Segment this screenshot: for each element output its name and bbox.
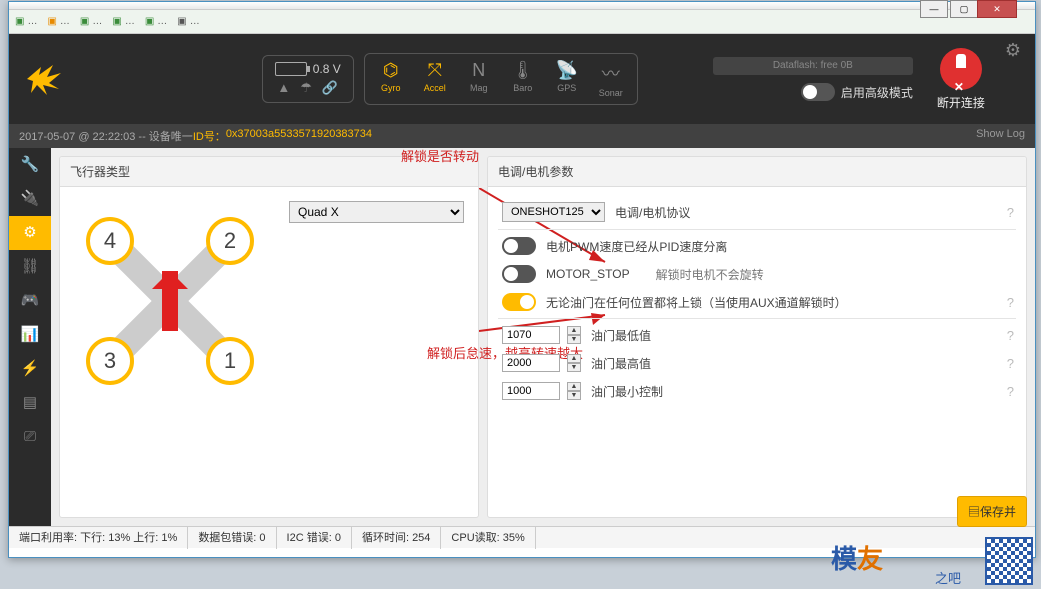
arm-any-label: 无论油门在任何位置都将上锁（当使用AUX通道解锁时）	[546, 294, 847, 311]
sidebar-item-ports[interactable]: 🔌	[9, 182, 51, 216]
sensor-gyro: ⌬Gyro	[369, 60, 413, 98]
save-button[interactable]: ▤保存并	[957, 496, 1027, 527]
sensor-box: ⌬Gyro ⤧Accel NMag 🌡Baro 📡GPS 〰Sonar	[364, 53, 638, 105]
motor-2: 2	[206, 217, 254, 265]
esc-panel-title: 电调/电机参数	[488, 157, 1026, 187]
sensor-gps: 📡GPS	[545, 60, 589, 98]
battery-icon	[275, 62, 307, 76]
help-icon[interactable]: ?	[1007, 328, 1014, 343]
help-icon[interactable]: ?	[1007, 384, 1014, 399]
log-id-label: ID号：	[193, 128, 226, 144]
sidebar-item-config[interactable]: ⚙	[9, 216, 51, 250]
gps-icon: 📡	[545, 60, 589, 81]
battery-voltage: 0.8 V	[313, 62, 341, 76]
sensor-mag: NMag	[457, 60, 501, 98]
pwm-sep-toggle[interactable]	[502, 237, 536, 255]
spin-up[interactable]: ▲	[567, 354, 581, 363]
log-id-value: 0x37003a5533571920383734	[226, 128, 372, 144]
spin-up[interactable]: ▲	[567, 382, 581, 391]
annotation-1: 解锁是否转动	[401, 148, 479, 165]
app-container: BETAFLIGHT CONFIGURATOR 1.9.1 0.8 V ▲ ☂ …	[9, 34, 1035, 526]
motor-4: 4	[86, 217, 134, 265]
battery-box: 0.8 V ▲ ☂ 🔗	[262, 55, 354, 103]
show-log-button[interactable]: Show Log	[976, 128, 1025, 144]
forward-arrow-icon	[162, 271, 178, 331]
main-area: 🔧 🔌 ⚙ ⛓ 🎮 📊 ⚡ ▤ ⎚ 解锁是否转动 解锁后怠速，越高转速越大 飞行…	[9, 148, 1035, 526]
sidebar-item-osd[interactable]: ▤	[9, 386, 51, 420]
wasp-icon	[23, 59, 63, 99]
disconnect-button[interactable]: 断开连接	[937, 48, 985, 111]
watermark-qr	[985, 537, 1033, 585]
dataflash-bar[interactable]: Dataflash: free 0B	[713, 57, 913, 75]
motor-stop-label: MOTOR_STOP	[546, 267, 630, 281]
gyro-icon: ⌬	[369, 60, 413, 81]
status-cpu: CPU读取: 35%	[441, 527, 535, 549]
top-bar: BETAFLIGHT CONFIGURATOR 1.9.1 0.8 V ▲ ☂ …	[9, 34, 1035, 124]
log-timestamp: 2017-05-07 @ 22:22:03 -- 设备唯一	[19, 128, 193, 144]
baro-icon: 🌡	[501, 60, 545, 81]
watermark-logo: 模友 之吧	[831, 539, 979, 587]
spin-down[interactable]: ▼	[567, 335, 581, 344]
motor-1: 1	[206, 337, 254, 385]
min-command-label: 油门最小控制	[591, 383, 663, 400]
accel-icon: ⤧	[413, 60, 457, 81]
warning-icon: ▲	[277, 80, 290, 96]
sidebar: 🔧 🔌 ⚙ ⛓ 🎮 📊 ⚡ ▤ ⎚	[9, 148, 51, 526]
sensor-sonar: 〰Sonar	[589, 60, 633, 98]
status-port: 端口利用率: 下行: 13% 上行: 1%	[9, 527, 188, 549]
advanced-mode-label: 启用高级模式	[841, 84, 913, 101]
status-i2c: I2C 错误: 0	[277, 527, 352, 549]
mixer-diagram: 4 2 3 1	[80, 211, 260, 391]
usb-disconnect-icon	[940, 48, 982, 90]
content-area: 解锁是否转动 解锁后怠速，越高转速越大 飞行器类型 Quad X 4 2 3	[51, 148, 1035, 526]
esc-protocol-select[interactable]: ONESHOT125	[502, 202, 605, 222]
app-window: — ▢ ✕ ▣… ▣… ▣… ▣… ▣… ▣… BETAFLIGHT CONFI…	[8, 1, 1036, 558]
max-throttle-label: 油门最高值	[591, 355, 651, 372]
sidebar-item-pid[interactable]: ⛓	[9, 250, 51, 284]
motor-3: 3	[86, 337, 134, 385]
mag-icon: N	[457, 60, 501, 81]
motor-stop-desc: 解锁时电机不会旋转	[656, 266, 764, 283]
dataflash-area: Dataflash: free 0B 启用高级模式	[713, 57, 913, 101]
sidebar-item-blackbox[interactable]: ⎚	[9, 420, 51, 454]
window-maximize-button[interactable]: ▢	[950, 0, 978, 18]
min-throttle-label: 油门最低值	[591, 327, 651, 344]
sidebar-item-setup[interactable]: 🔧	[9, 148, 51, 182]
link-icon: 🔗	[322, 80, 338, 96]
window-close-button[interactable]: ✕	[977, 0, 1017, 18]
esc-protocol-label: 电调/电机协议	[615, 204, 690, 221]
sidebar-item-modes[interactable]: 📊	[9, 318, 51, 352]
help-icon[interactable]: ?	[1007, 356, 1014, 371]
help-icon[interactable]: ?	[1007, 295, 1014, 310]
min-command-input[interactable]	[502, 382, 560, 400]
sidebar-item-motors[interactable]: ⚡	[9, 352, 51, 386]
spin-down[interactable]: ▼	[567, 363, 581, 372]
min-throttle-input[interactable]	[502, 326, 560, 344]
sonar-icon: 〰	[589, 60, 633, 86]
sensor-baro: 🌡Baro	[501, 60, 545, 98]
advanced-mode-toggle[interactable]	[801, 83, 835, 101]
motor-stop-toggle[interactable]	[502, 265, 536, 283]
spin-down[interactable]: ▼	[567, 391, 581, 400]
sidebar-item-receiver[interactable]: 🎮	[9, 284, 51, 318]
max-throttle-input[interactable]	[502, 354, 560, 372]
status-packet: 数据包错误: 0	[188, 527, 276, 549]
parachute-icon: ☂	[300, 80, 312, 96]
status-loop: 循环时间: 254	[352, 527, 441, 549]
pwm-sep-label: 电机PWM速度已经从PID速度分离	[546, 238, 727, 255]
spin-up[interactable]: ▲	[567, 326, 581, 335]
arm-any-toggle[interactable]	[502, 293, 536, 311]
mixer-select[interactable]: Quad X	[289, 201, 464, 223]
esc-panel: 电调/电机参数 ONESHOT125 电调/电机协议 ? 电机PWM速度已经从P…	[487, 156, 1027, 518]
sensor-accel: ⤧Accel	[413, 60, 457, 98]
mixer-panel: 飞行器类型 Quad X 4 2 3 1	[59, 156, 479, 518]
help-icon[interactable]: ?	[1007, 205, 1014, 220]
window-minimize-button[interactable]: —	[920, 0, 948, 18]
gear-icon[interactable]: ⚙	[1005, 40, 1021, 61]
